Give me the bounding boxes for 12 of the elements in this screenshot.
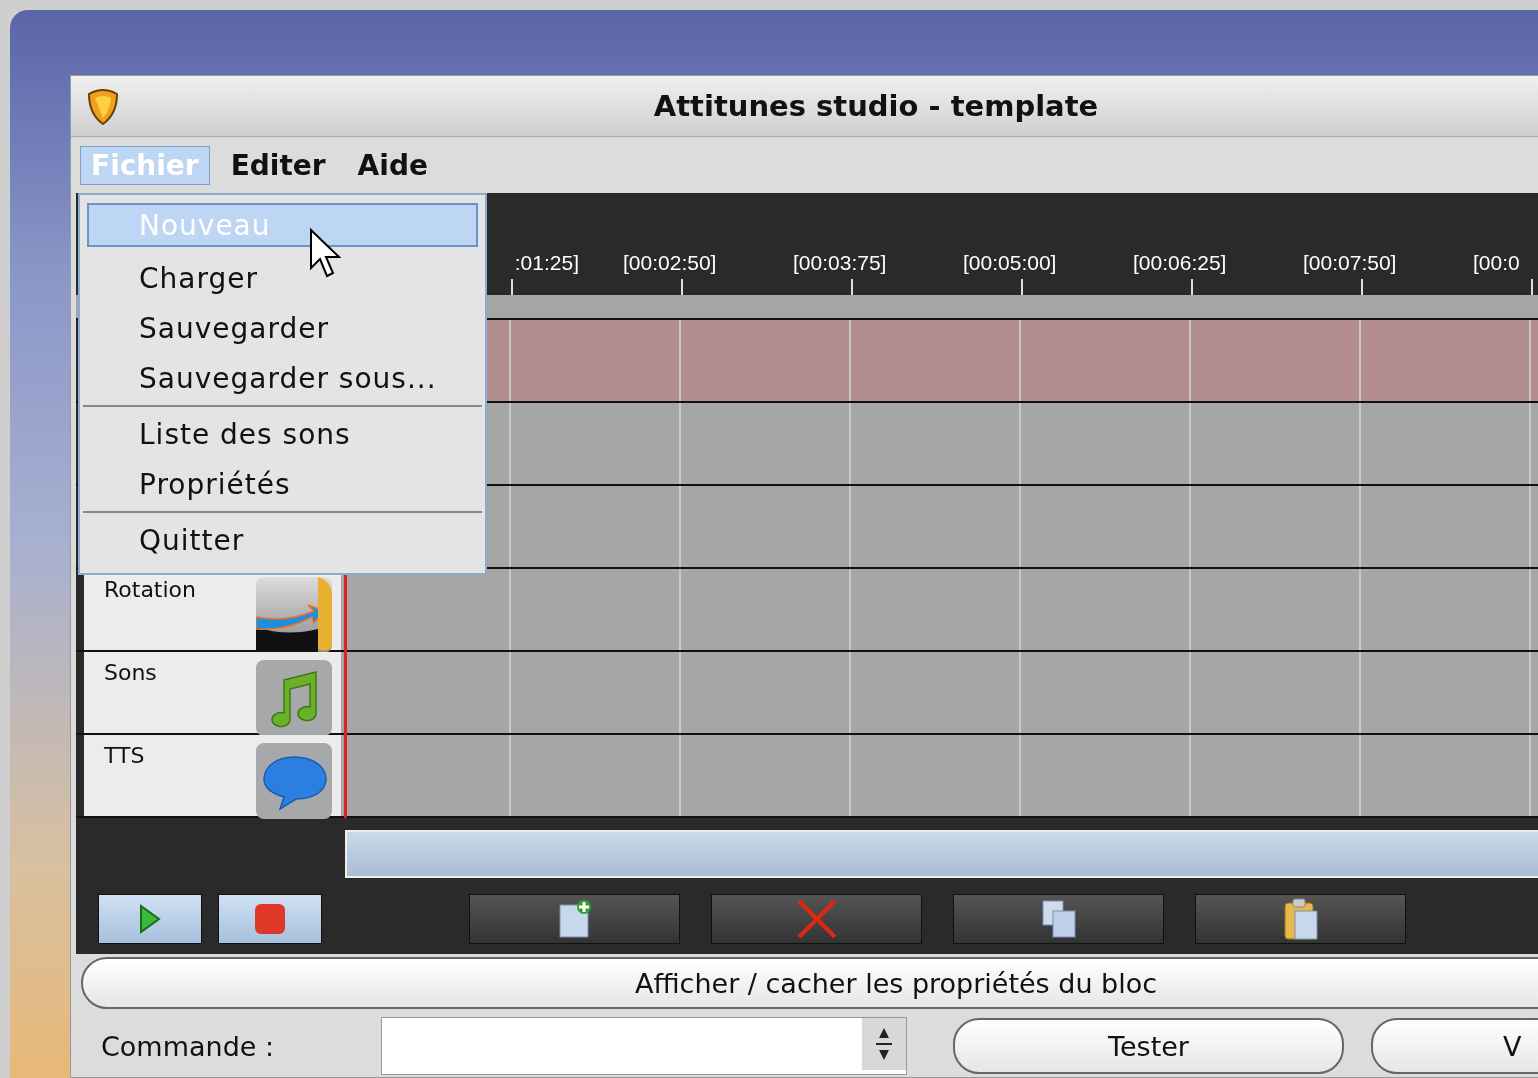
time-label: [00:0 xyxy=(1472,251,1521,275)
time-label: [00:03:75] xyxy=(792,251,888,275)
time-label: [00:02:50] xyxy=(622,251,718,275)
command-label: Commande : xyxy=(101,1030,276,1062)
time-label: [00:07:50] xyxy=(1302,251,1398,275)
track-name: TTS xyxy=(104,743,145,770)
window-title: Attitunes studio - template xyxy=(652,89,1100,123)
time-label: :01:25] xyxy=(513,251,580,275)
track-name: Rotation xyxy=(104,577,196,604)
track-name: Sons xyxy=(104,660,157,687)
time-label: [00:06:25] xyxy=(1132,251,1228,275)
time-label: [00:05:00] xyxy=(962,251,1058,275)
